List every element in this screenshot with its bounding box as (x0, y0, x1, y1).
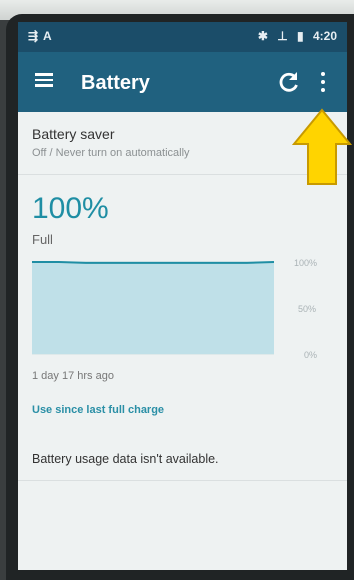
use-since-full-charge-link[interactable]: Use since last full charge (32, 404, 164, 416)
up-arrow-annotation-icon (292, 108, 352, 185)
bluetooth-icon: ✱ (257, 29, 268, 43)
battery-saver-status: Off / Never turn on automatically (32, 147, 190, 159)
usage-unavailable-message: Battery usage data isn't available. (32, 452, 219, 466)
status-bar: ⇶ A ✱ ⊥ ▮ 4:20 (18, 22, 347, 52)
battery-saver-title: Battery saver (32, 126, 115, 142)
battery-level-line (32, 261, 275, 264)
divider (18, 480, 347, 481)
usb-icon: ⊥ (277, 29, 288, 43)
refresh-icon[interactable] (275, 68, 303, 96)
notification-icons: ⇶ A (28, 29, 53, 43)
status-right: ✱ ⊥ ▮ 4:20 (252, 29, 337, 43)
battery-icon: ▮ (297, 29, 304, 43)
y-tick-label: 0% (304, 350, 317, 360)
app-bar: Battery (18, 52, 347, 112)
menu-icon[interactable] (32, 70, 56, 94)
battery-state: Full (32, 232, 53, 247)
more-options-icon[interactable] (314, 68, 332, 96)
page-title: Battery (81, 72, 150, 94)
battery-history-chart: 100% 50% 0% (32, 258, 317, 360)
phone-screen: ⇶ A ✱ ⊥ ▮ 4:20 Battery Battery saver Off… (18, 22, 347, 570)
y-tick-label: 50% (298, 304, 316, 314)
y-tick-label: 100% (294, 258, 317, 268)
battery-level-area (32, 262, 274, 354)
charge-time-since: 1 day 17 hrs ago (32, 370, 114, 382)
clock: 4:20 (312, 29, 337, 43)
battery-percentage: 100% (32, 192, 109, 225)
